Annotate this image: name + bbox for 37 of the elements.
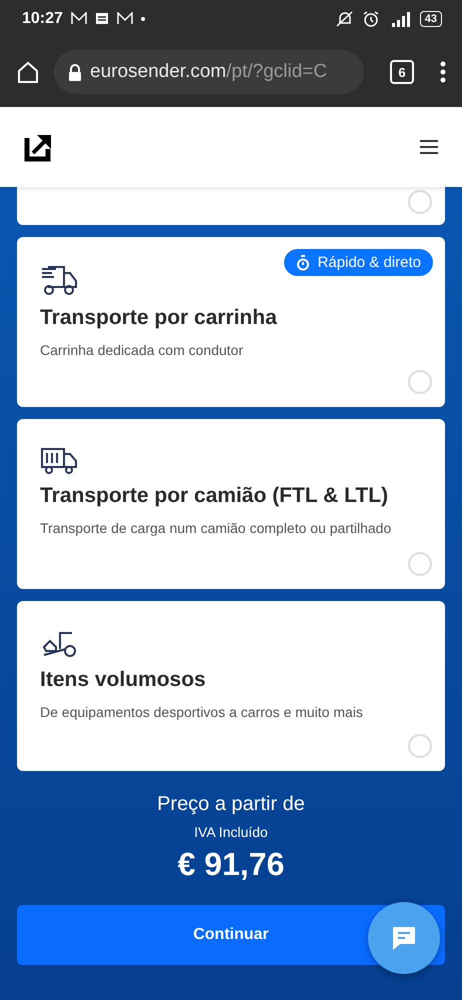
battery-icon: 43	[420, 10, 442, 26]
price-label: Preço a partir de	[156, 793, 306, 816]
message-icon	[94, 12, 109, 25]
more-icon[interactable]	[440, 61, 446, 83]
lock-icon	[68, 64, 82, 80]
radio-button[interactable]	[408, 552, 432, 576]
logo-icon[interactable]	[24, 132, 54, 162]
radio-button[interactable]	[408, 190, 432, 214]
tab-count-button[interactable]: 6	[390, 60, 414, 84]
mail-icon	[70, 12, 87, 25]
truck-icon	[40, 447, 78, 475]
price-amount: € 91,76	[176, 846, 286, 883]
option-description: Carrinha dedicada com condutor	[40, 342, 244, 358]
status-time: 10:27	[22, 10, 63, 28]
dot-icon	[140, 16, 145, 20]
alarm-icon	[362, 10, 380, 28]
option-title: Itens volumosos	[40, 668, 207, 692]
url-text: eurosender.com/pt/?gclid=C	[90, 61, 328, 83]
option-title: Transporte por carrinha	[40, 306, 278, 330]
radio-button[interactable]	[408, 370, 432, 394]
mail-icon	[116, 12, 133, 25]
badge-text: Rápido & direto	[318, 254, 421, 271]
vat-note: IVA Incluído	[193, 824, 269, 840]
option-title: Transporte por camião (FTL & LTL)	[40, 484, 390, 508]
option-card[interactable]: Rápido & direto Transporte por carrinha Carrinha dedicada com condutor	[17, 237, 445, 407]
stopwatch-icon	[296, 254, 310, 270]
address-bar[interactable]: eurosender.com/pt/?gclid=C	[54, 50, 364, 94]
muted-bell-icon	[336, 10, 354, 26]
radio-button[interactable]	[408, 734, 432, 758]
home-icon[interactable]	[16, 60, 40, 84]
chat-icon	[390, 924, 418, 952]
menu-icon[interactable]	[420, 140, 438, 154]
van-icon	[40, 265, 78, 297]
option-description: Transporte de carga num camião completo ou partilhado	[40, 520, 392, 536]
option-description: De equipamentos desportivos a carros e muito mais	[40, 704, 364, 720]
option-card[interactable]: Transporte por camião (FTL & LTL) Transporte de carga num camião completo ou partilhado	[17, 419, 445, 589]
option-card[interactable]: Itens volumosos De equipamentos desportivos a carros e muito mais	[17, 601, 445, 771]
